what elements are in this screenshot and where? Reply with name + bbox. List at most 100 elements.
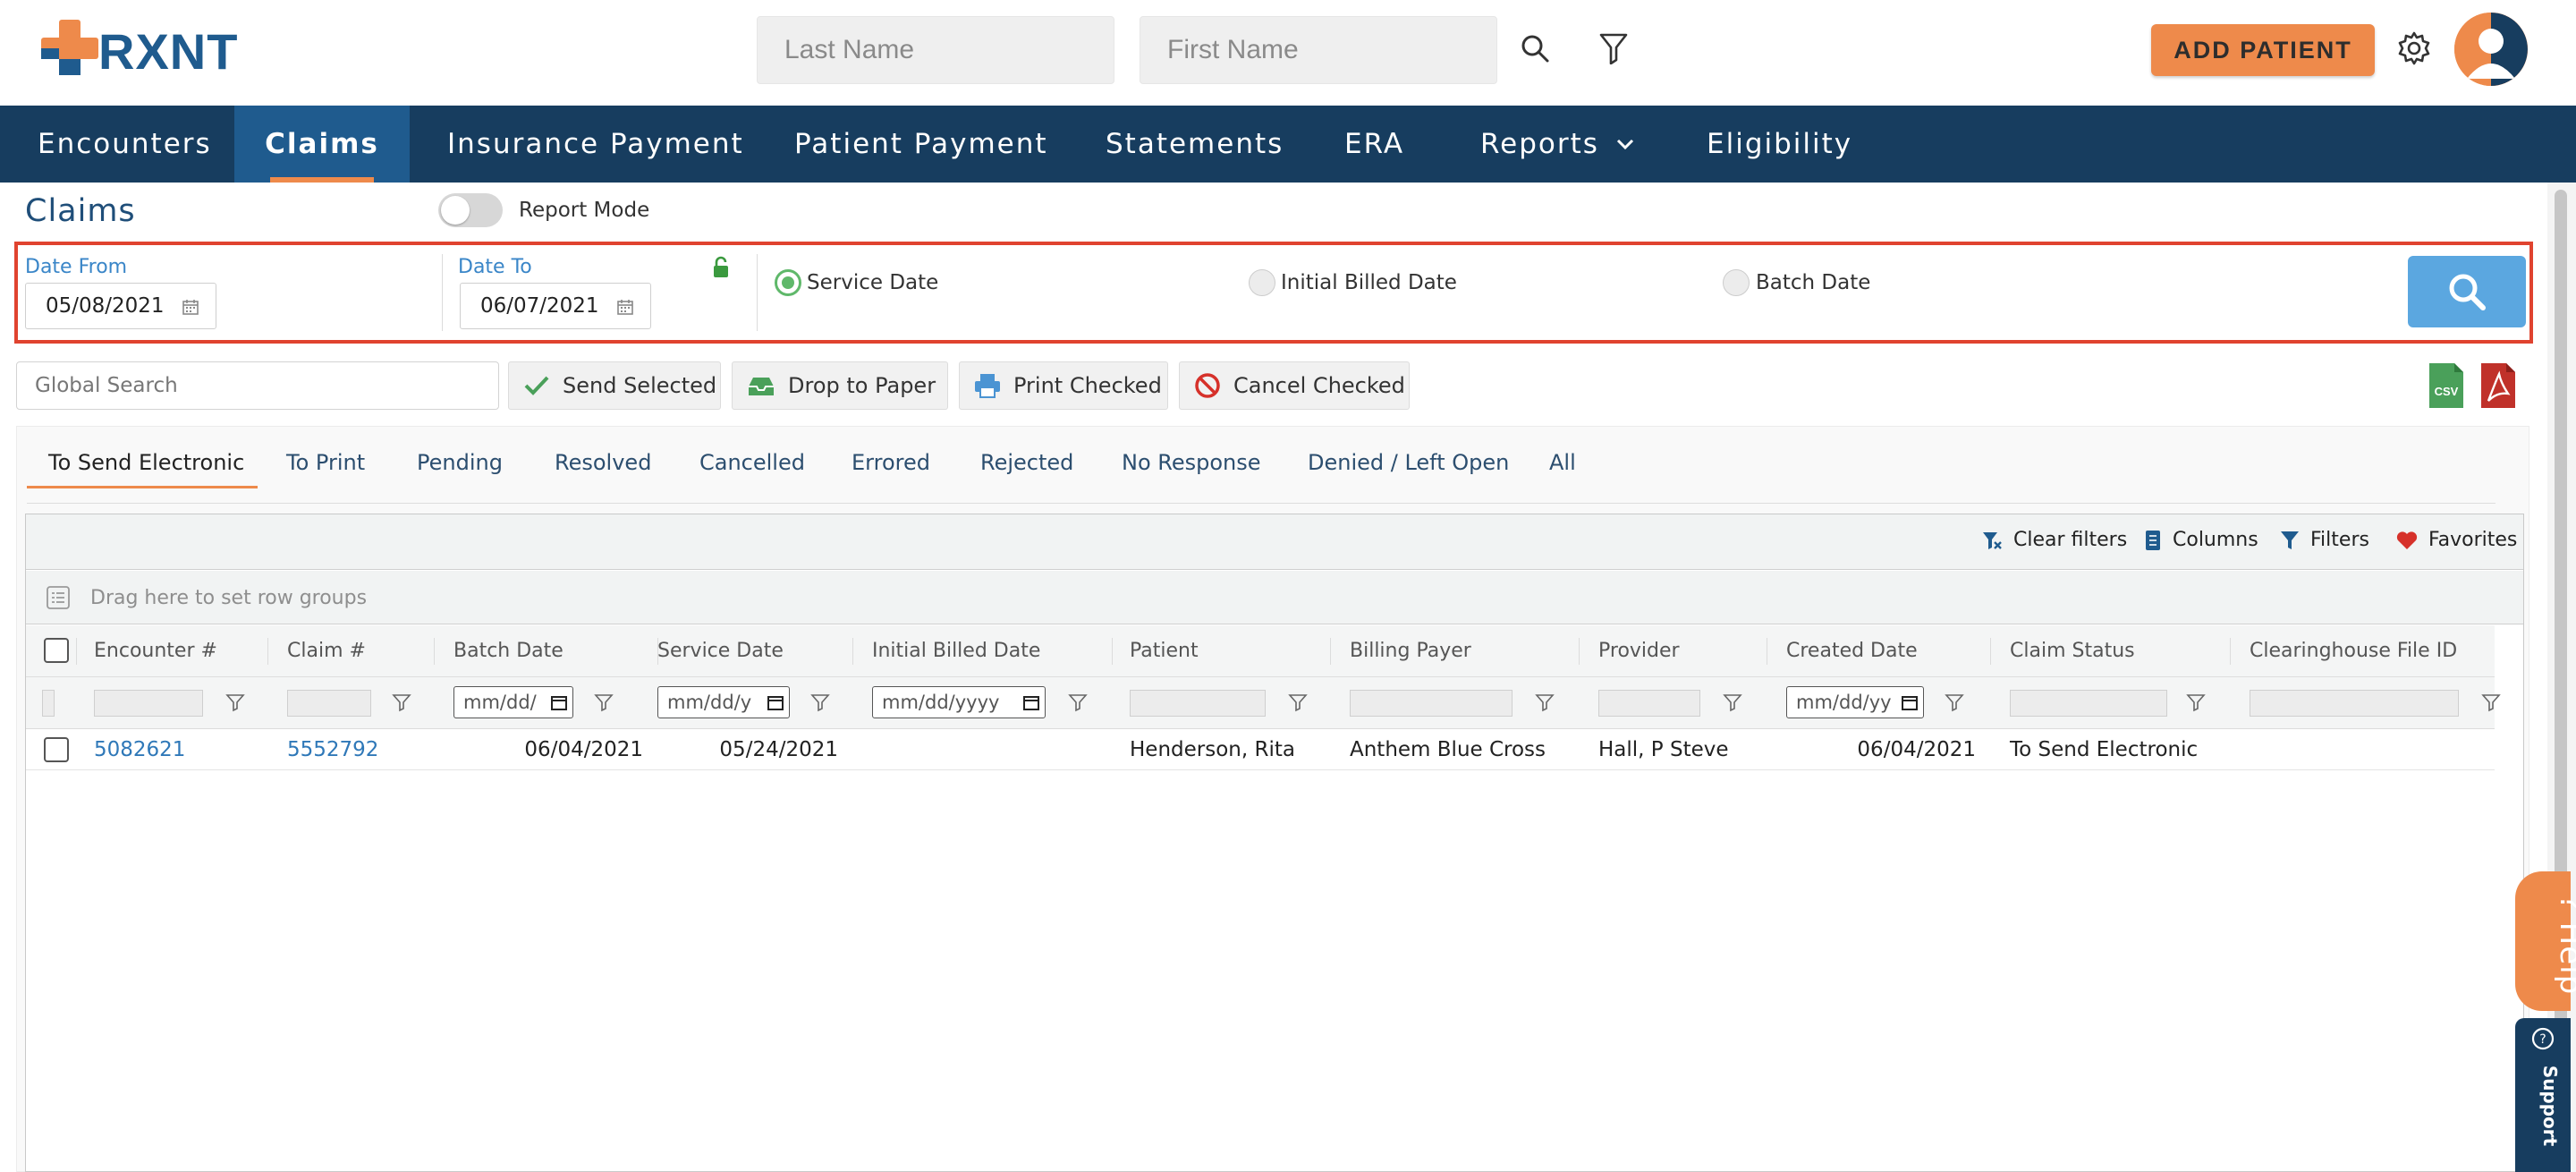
search-icon[interactable]: [1513, 27, 1556, 70]
clear-filters-button[interactable]: Clear filters: [1981, 529, 2127, 551]
row-group-dropzone[interactable]: Drag here to set row groups: [26, 571, 2523, 624]
cancel-checked-button[interactable]: Cancel Checked: [1179, 361, 1410, 410]
tab-errored[interactable]: Errored: [852, 450, 930, 475]
inbox-tray-icon: [747, 374, 775, 397]
column-divider: [1990, 638, 1991, 665]
date-to-input[interactable]: 06/07/2021: [460, 283, 651, 329]
column-header-patient[interactable]: Patient: [1130, 640, 1199, 662]
tab-rejected[interactable]: Rejected: [980, 450, 1073, 475]
column-divider: [1112, 638, 1113, 665]
provider-filter-input[interactable]: [1598, 690, 1700, 717]
column-header-clearinghouse-file-id[interactable]: Clearinghouse File ID: [2250, 640, 2457, 662]
encounter-link[interactable]: 5082621: [94, 738, 185, 761]
support-label: Support: [2539, 1065, 2562, 1147]
column-header-encounter[interactable]: Encounter #: [94, 640, 217, 662]
tab-all[interactable]: All: [1549, 450, 1576, 475]
nav-item-patient-payment[interactable]: Patient Payment: [794, 106, 1048, 183]
help-tab[interactable]: ? Help: [2515, 871, 2576, 1011]
funnel-icon[interactable]: [2480, 692, 2502, 713]
funnel-icon[interactable]: [1534, 692, 1555, 713]
column-header-initial-billed-date[interactable]: Initial Billed Date: [872, 640, 1040, 662]
column-header-service-date[interactable]: Service Date: [657, 640, 784, 662]
radio-service-date[interactable]: [775, 269, 801, 296]
column-header-provider[interactable]: Provider: [1598, 640, 1680, 662]
nav-item-claims[interactable]: Claims: [234, 106, 410, 183]
main-nav: Encounters Claims Insurance Payment Pati…: [0, 106, 2576, 183]
nav-item-era[interactable]: ERA: [1344, 106, 1404, 183]
tab-denied-left-open[interactable]: Denied / Left Open: [1308, 450, 1509, 475]
funnel-icon[interactable]: [593, 692, 614, 713]
nav-label: Reports: [1480, 128, 1599, 160]
tab-pending[interactable]: Pending: [417, 450, 503, 475]
first-name-input[interactable]: First Name: [1140, 16, 1497, 84]
claim-link[interactable]: 5552792: [287, 738, 378, 761]
funnel-icon[interactable]: [1287, 692, 1309, 713]
columns-button[interactable]: Columns: [2144, 529, 2258, 551]
funnel-icon[interactable]: [1944, 692, 1965, 713]
unlock-icon[interactable]: [712, 256, 730, 279]
funnel-icon[interactable]: [1722, 692, 1743, 713]
user-avatar[interactable]: [2454, 13, 2528, 86]
gear-icon[interactable]: [2393, 27, 2436, 70]
select-all-checkbox[interactable]: [44, 638, 69, 663]
row-checkbox[interactable]: [44, 737, 69, 762]
add-patient-button[interactable]: ADD PATIENT: [2151, 24, 2375, 76]
global-search-input[interactable]: Global Search: [16, 361, 499, 410]
column-header-batch-date[interactable]: Batch Date: [453, 640, 564, 662]
patient-cell: Henderson, Rita: [1130, 738, 1295, 761]
favorites-button[interactable]: Favorites: [2396, 529, 2517, 551]
nav-item-statements[interactable]: Statements: [1106, 106, 1284, 183]
drop-to-paper-button[interactable]: Drop to Paper: [732, 361, 948, 410]
grid-filter-row: mm/dd/ mm/dd/y mm/dd/yyyy mm/dd/yy: [26, 677, 2501, 729]
column-header-created-date[interactable]: Created Date: [1786, 640, 1918, 662]
billing-payer-filter-input[interactable]: [1350, 690, 1513, 717]
clearinghouse-filter-input[interactable]: [2250, 690, 2459, 717]
print-checked-button[interactable]: Print Checked: [959, 361, 1168, 410]
search-submit-button[interactable]: [2408, 256, 2526, 327]
last-name-input[interactable]: Last Name: [757, 16, 1114, 84]
csv-export-icon[interactable]: CSV: [2428, 361, 2465, 410]
funnel-icon[interactable]: [225, 692, 246, 713]
claim-filter-input[interactable]: [287, 690, 371, 717]
checkbox-column-filter: [42, 690, 55, 717]
columns-label: Columns: [2173, 529, 2258, 551]
tab-resolved[interactable]: Resolved: [555, 450, 651, 475]
radio-batch-date[interactable]: [1723, 269, 1750, 296]
radio-initial-billed-date[interactable]: [1249, 269, 1275, 296]
grid-header-row: Encounter # Claim # Batch Date Service D…: [26, 625, 2495, 677]
billing-payer-cell: Anthem Blue Cross: [1350, 738, 1546, 761]
tab-no-response[interactable]: No Response: [1122, 450, 1261, 475]
column-divider: [434, 638, 435, 665]
funnel-icon[interactable]: [2185, 692, 2207, 713]
funnel-icon[interactable]: [1067, 692, 1089, 713]
column-header-billing-payer[interactable]: Billing Payer: [1350, 640, 1471, 662]
nav-item-reports[interactable]: Reports: [1480, 106, 1635, 183]
funnel-icon[interactable]: [391, 692, 412, 713]
funnel-icon[interactable]: [809, 692, 831, 713]
created-date-filter-input[interactable]: mm/dd/yy: [1786, 686, 1924, 718]
tab-to-print[interactable]: To Print: [286, 450, 365, 475]
filters-button[interactable]: Filters: [2280, 529, 2369, 551]
tab-cancelled[interactable]: Cancelled: [699, 450, 805, 475]
column-header-claim-status[interactable]: Claim Status: [2010, 640, 2135, 662]
initial-billed-date-filter-input[interactable]: mm/dd/yyyy: [872, 686, 1046, 718]
filter-icon[interactable]: [1592, 27, 1635, 70]
nav-item-encounters[interactable]: Encounters: [0, 106, 234, 183]
batch-date-filter-input[interactable]: mm/dd/: [453, 686, 573, 718]
nav-label: Eligibility: [1707, 128, 1853, 160]
rxnt-logo[interactable]: RXNT: [39, 20, 238, 82]
pdf-export-icon[interactable]: [2479, 361, 2517, 410]
tab-to-send-electronic[interactable]: To Send Electronic: [48, 450, 244, 475]
column-header-claim[interactable]: Claim #: [287, 640, 366, 662]
patient-filter-input[interactable]: [1130, 690, 1266, 717]
service-date-filter-input[interactable]: mm/dd/y: [657, 686, 790, 718]
table-row[interactable]: 5082621 5552792 06/04/2021 05/24/2021 He…: [26, 729, 2495, 770]
nav-item-insurance-payment[interactable]: Insurance Payment: [447, 106, 744, 183]
nav-item-eligibility[interactable]: Eligibility: [1707, 106, 1852, 183]
claim-status-filter-input[interactable]: [2010, 690, 2167, 717]
report-mode-toggle[interactable]: [438, 193, 503, 227]
date-from-input[interactable]: 05/08/2021: [25, 283, 216, 329]
send-selected-button[interactable]: Send Selected: [508, 361, 721, 410]
encounter-filter-input[interactable]: [94, 690, 203, 717]
support-tab[interactable]: ? Support: [2515, 1018, 2571, 1172]
